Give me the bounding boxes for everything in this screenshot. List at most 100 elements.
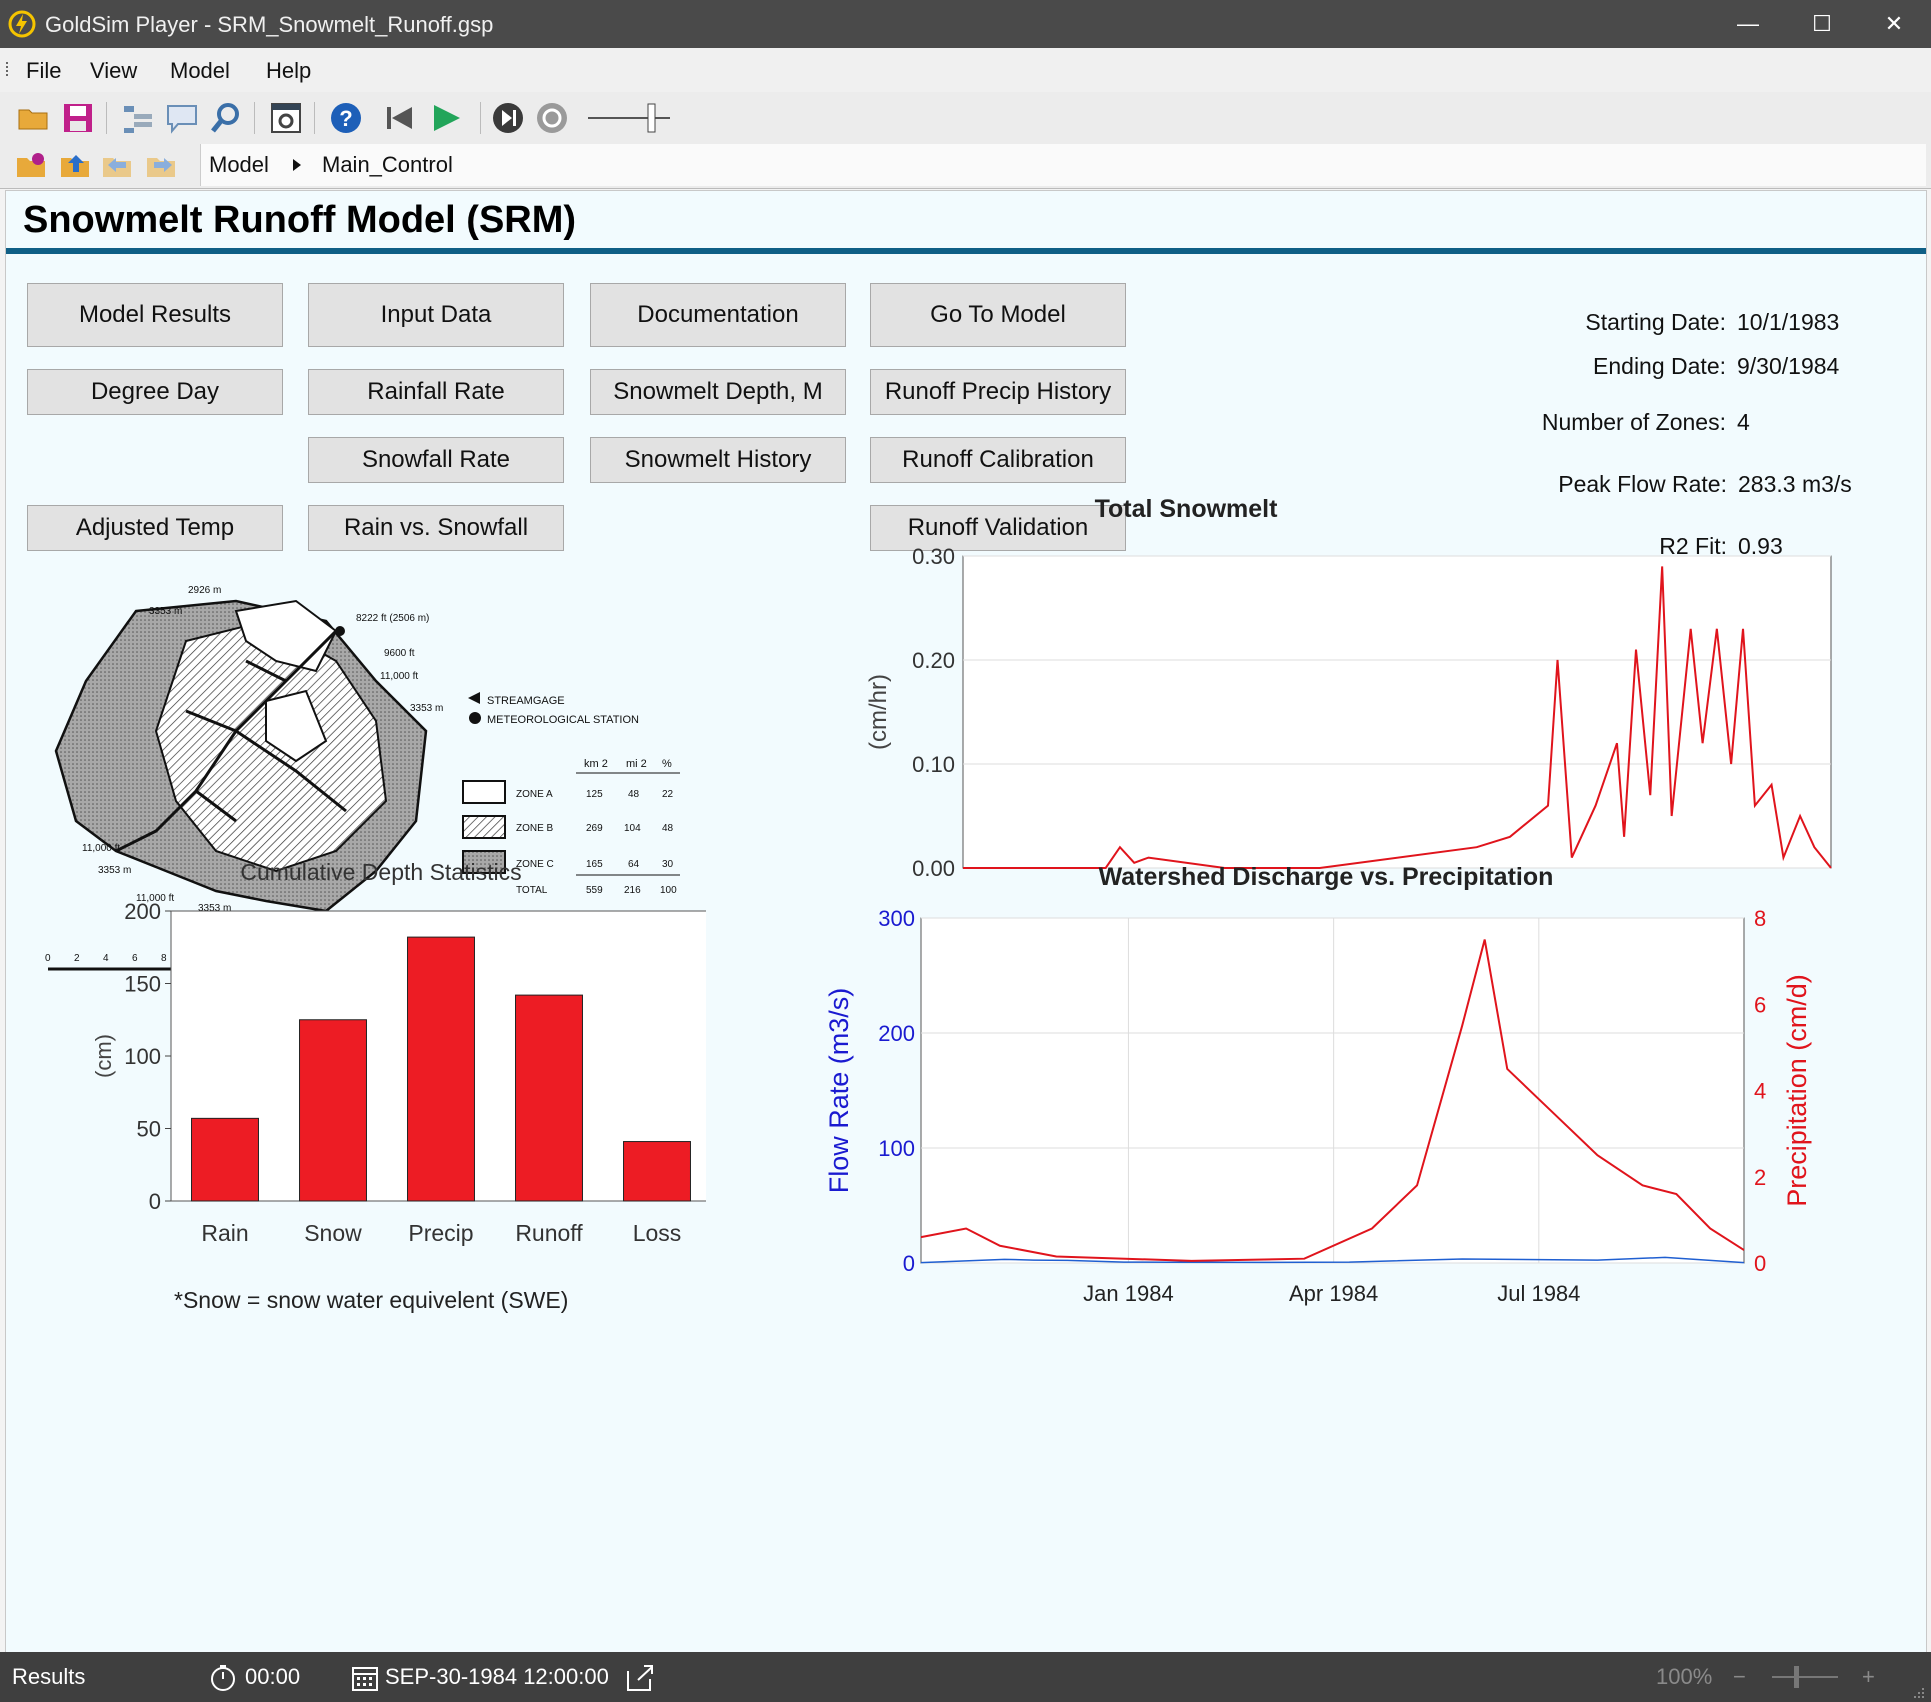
zone-b-pct: 48 — [662, 823, 674, 834]
snowmelt-chart-title: Total Snowmelt — [1094, 495, 1278, 523]
help-icon[interactable]: ? — [328, 100, 364, 136]
toolbar-separator — [254, 102, 255, 134]
browser-icon[interactable] — [120, 100, 156, 136]
step-icon[interactable] — [490, 100, 526, 136]
snowfall-rate-button[interactable]: Snowfall Rate — [308, 437, 564, 483]
y2-tick-label: 6 — [1754, 992, 1766, 1017]
total-snowmelt-chart: 0.00 0.10 0.20 0.30 (cm/hr) — [865, 544, 1832, 881]
menu-grip — [6, 62, 11, 76]
elevation-label: 8222 ft (2506 m) — [356, 613, 429, 624]
x-tick-label: Snow — [304, 1220, 362, 1246]
scale-tick-label: 0 — [45, 953, 51, 964]
x-tick-label: Rain — [201, 1220, 248, 1246]
input-data-button[interactable]: Input Data — [308, 283, 564, 347]
degree-day-button[interactable]: Degree Day — [27, 369, 283, 415]
y-axis-label: (cm/hr) — [865, 674, 892, 750]
menu-help[interactable]: Help — [266, 58, 311, 84]
y-axis-label: Flow Rate (m3/s) — [824, 988, 854, 1194]
navigation-bar: Model Main_Control — [0, 144, 1931, 189]
x-tick-label: Jul 1984 — [1497, 1281, 1580, 1306]
y2-tick-label: 8 — [1754, 906, 1766, 931]
y2-tick-label: 0 — [1754, 1251, 1766, 1276]
zone-a-km2: 125 — [586, 789, 603, 800]
breadcrumb-model[interactable]: Model — [209, 152, 269, 178]
status-bar: Results 00:00 SEP-30-1984 12:00:00 100% … — [0, 1652, 1931, 1702]
zone-total-name: TOTAL — [516, 885, 548, 896]
breadcrumb-arrow-icon[interactable] — [291, 158, 303, 172]
documentation-button[interactable]: Documentation — [590, 283, 846, 347]
stopwatch-icon — [211, 1665, 235, 1691]
elevation-label: 11,000 ft — [82, 843, 120, 854]
open-folder-icon[interactable] — [16, 100, 52, 136]
status-mode: Results — [12, 1664, 86, 1689]
runoff-precip-history-button[interactable]: Runoff Precip History — [870, 369, 1126, 415]
peak-flow-rate-value: 283.3 m3/s — [1738, 471, 1852, 497]
bar — [515, 994, 583, 1202]
pause-icon[interactable] — [534, 100, 570, 136]
simulation-settings-icon[interactable] — [268, 100, 304, 136]
rainfall-rate-button[interactable]: Rainfall Rate — [308, 369, 564, 415]
elevation-label: 3353 m — [98, 865, 131, 876]
zone-table-header-pct: % — [662, 758, 672, 770]
y-tick-label: 0.20 — [912, 648, 955, 673]
simulation-datetime: SEP-30-1984 12:00:00 — [385, 1664, 609, 1689]
toolbar-separator — [314, 102, 315, 134]
zoom-out-button[interactable]: − — [1733, 1664, 1746, 1690]
model-results-button[interactable]: Model Results — [27, 283, 283, 347]
snowmelt-history-button[interactable]: Snowmelt History — [590, 437, 846, 483]
elapsed-time: 00:00 — [245, 1664, 301, 1689]
home-folder-icon[interactable] — [14, 148, 50, 184]
zone-b-name: ZONE B — [516, 823, 554, 834]
breadcrumb-main-control[interactable]: Main_Control — [322, 152, 453, 178]
zone-a-pct: 22 — [662, 789, 674, 800]
y-tick-label: 150 — [124, 972, 161, 997]
starting-date-value: 10/1/1983 — [1737, 309, 1840, 335]
title-bar: GoldSim Player - SRM_Snowmelt_Runoff.gsp… — [0, 0, 1931, 48]
zone-c-mi2: 64 — [628, 859, 640, 870]
number-of-zones-label: Number of Zones: — [1541, 409, 1726, 435]
up-folder-icon[interactable] — [58, 148, 94, 184]
back-folder-icon[interactable] — [100, 148, 136, 184]
goldsim-app-icon — [8, 10, 36, 38]
go-to-model-button[interactable]: Go To Model — [870, 283, 1126, 347]
x-tick-label: Runoff — [515, 1220, 583, 1246]
reset-icon[interactable] — [382, 100, 418, 136]
forward-folder-icon[interactable] — [144, 148, 180, 184]
x-tick-label: Precip — [408, 1220, 473, 1246]
plot-area — [920, 917, 1745, 1264]
legend-meteorological-station: METEOROLOGICAL STATION — [487, 714, 639, 726]
maximize-button[interactable]: ☐ — [1800, 6, 1844, 42]
runoff-calibration-button[interactable]: Runoff Calibration — [870, 437, 1126, 483]
calendar-icon — [352, 1667, 378, 1691]
snowmelt-depth-button[interactable]: Snowmelt Depth, M — [590, 369, 846, 415]
zone-total-pct: 100 — [660, 885, 677, 896]
swe-footnote: *Snow = snow water equivelent (SWE) — [174, 1287, 569, 1313]
zone-a-name: ZONE A — [516, 789, 553, 800]
toolbar-separator — [480, 102, 481, 134]
minimize-button[interactable]: — — [1726, 6, 1770, 42]
adjusted-temp-button[interactable]: Adjusted Temp — [27, 505, 283, 551]
bar — [299, 1019, 367, 1202]
menu-model[interactable]: Model — [170, 58, 230, 84]
run-icon[interactable] — [428, 100, 464, 136]
discharge-chart-title: Watershed Discharge vs. Precipitation — [1098, 863, 1554, 891]
y-tick-label: 200 — [124, 899, 161, 924]
save-icon[interactable] — [60, 100, 96, 136]
elevation-label: 9600 ft — [384, 648, 415, 659]
y-axis-label: (cm) — [91, 1034, 116, 1078]
elevation-label: 3353 m — [149, 606, 182, 617]
find-icon[interactable] — [208, 100, 244, 136]
breadcrumb: Model Main_Control — [200, 144, 1926, 186]
menu-file[interactable]: File — [26, 58, 61, 84]
resize-grip-icon[interactable] — [1910, 1688, 1926, 1700]
dashboard-canvas: Snowmelt Runoff Model (SRM) Model Result… — [5, 190, 1927, 1654]
speed-slider[interactable] — [586, 100, 676, 136]
export-icon[interactable] — [624, 1663, 656, 1693]
rain-vs-snowfall-button[interactable]: Rain vs. Snowfall — [308, 505, 564, 551]
notes-icon[interactable] — [164, 100, 200, 136]
menu-view[interactable]: View — [90, 58, 137, 84]
zoom-in-button[interactable]: + — [1862, 1664, 1875, 1690]
zone-b-swatch — [462, 815, 506, 839]
close-button[interactable]: ✕ — [1872, 6, 1916, 42]
zoom-slider[interactable] — [1770, 1664, 1840, 1690]
